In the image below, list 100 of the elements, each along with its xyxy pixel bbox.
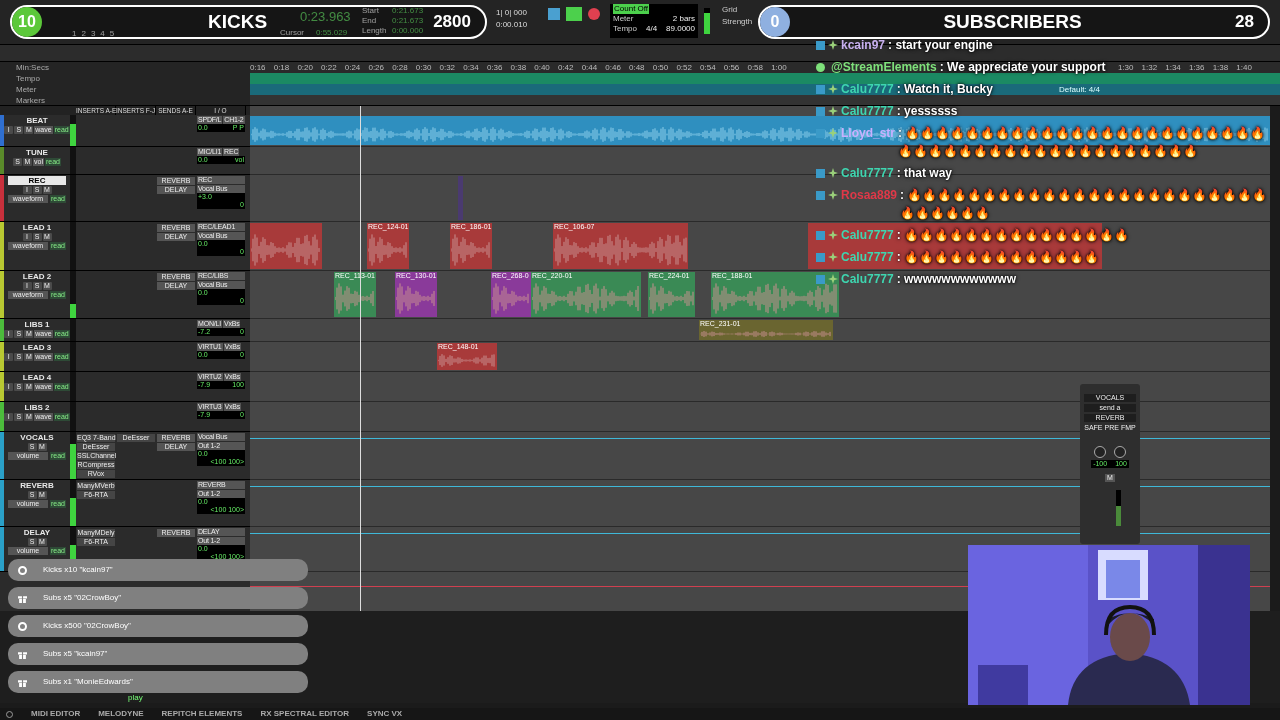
cursor-value: 0:55.029 [316, 27, 348, 39]
tempo-label: Tempo [613, 24, 637, 34]
star-badge-icon [828, 190, 838, 200]
alert-text: Kicks x500 "02CrowBoy" [43, 620, 131, 632]
timeline-tick-label: 0:36 [486, 62, 504, 73]
pan-knob[interactable] [1114, 446, 1126, 458]
timeline-tick-label: 1:36 [1188, 62, 1206, 73]
chat-username: Calu7777 [841, 271, 894, 288]
zoom-preset-button[interactable]: 4 [100, 28, 105, 40]
audio-clip[interactable] [250, 223, 322, 269]
kick-icon [18, 621, 27, 631]
counter-title: SUBSCRIBERS [943, 9, 1082, 34]
star-badge-icon [828, 274, 838, 284]
selection-value: 0:21.673 [392, 16, 424, 26]
timeline-tick-label: 0:32 [439, 62, 457, 73]
chat-username: Calu7777 [841, 165, 894, 182]
chat-message: : 🔥🔥🔥🔥🔥🔥🔥🔥🔥🔥🔥🔥🔥🔥🔥🔥🔥🔥🔥🔥🔥🔥🔥🔥🔥🔥🔥🔥🔥🔥 [900, 187, 1269, 222]
ruler-label: Min:Secs [16, 62, 50, 73]
timeline-tick-label: 0:44 [581, 62, 599, 73]
ruler-label: Markers [16, 95, 46, 106]
track-name[interactable]: TUNE [8, 148, 66, 157]
chat-message: : start your engine [888, 37, 993, 54]
kick-icon [18, 565, 27, 575]
chat-message: : Watch it, Bucky [896, 81, 993, 98]
record-button[interactable] [588, 8, 600, 20]
nudge-value[interactable]: 0:00.010 [496, 20, 528, 30]
zoom-preset-button[interactable]: 5 [109, 28, 115, 40]
track-name[interactable]: VOCALS [8, 433, 66, 442]
main-counter: 0:23.963 [300, 8, 351, 26]
track-name[interactable]: LIBS 1 [8, 320, 66, 329]
clip-waveform [438, 352, 496, 369]
chat-message: : 🔥🔥🔥🔥🔥🔥🔥🔥🔥🔥🔥🔥🔥🔥🔥 [896, 227, 1130, 244]
meter-value: 4/4 [646, 24, 658, 34]
editor-tab[interactable]: REPITCH ELEMENTS [161, 709, 243, 719]
clip-waveform [368, 232, 408, 268]
track-name[interactable]: BEAT [8, 116, 66, 125]
editor-tab[interactable]: MELODYNE [98, 709, 144, 719]
track-name[interactable]: LEAD 1 [8, 223, 66, 232]
pan-knob[interactable] [1094, 446, 1106, 458]
editor-tab[interactable]: RX SPECTRAL EDITOR [260, 709, 350, 719]
chat-username: Rosaa889 [841, 187, 898, 204]
chat-message: : yessssss [896, 103, 958, 120]
chat-username: Calu7777 [841, 227, 894, 244]
tempo-value: 89.0000 [666, 24, 695, 34]
timeline-tick-label: 0:20 [297, 62, 314, 73]
selection-label: Start [362, 6, 380, 16]
clip-waveform [251, 232, 321, 268]
chat-message: : wwwwwwwwwwww [896, 271, 1017, 288]
cube-badge-icon [816, 85, 825, 94]
chat-message: : 🔥🔥🔥🔥🔥🔥🔥🔥🔥🔥🔥🔥🔥🔥🔥🔥🔥🔥🔥🔥🔥🔥🔥🔥🔥🔥🔥🔥🔥🔥🔥🔥🔥🔥🔥🔥🔥🔥🔥🔥🔥🔥🔥🔥 [898, 125, 1267, 160]
chat-message: : that way [896, 165, 953, 182]
star-badge-icon [828, 230, 838, 240]
timeline-tick-label: 1:34 [1165, 62, 1182, 73]
timeline-tick-label: 0:50 [652, 62, 670, 73]
timeline-tick-label: 0:24 [344, 62, 362, 73]
star-badge-icon [828, 128, 838, 138]
timeline-tick-label: 0:30 [415, 62, 433, 73]
timeline-tick-label: 0:34 [463, 62, 480, 73]
audio-clip[interactable] [458, 176, 463, 220]
timeline-tick-label: 0:28 [392, 62, 409, 73]
nudge-value[interactable]: 1| 0| 000 [496, 8, 528, 18]
counter-goal: 28 [1235, 11, 1254, 34]
timeline-tick-label: 0:54 [700, 62, 717, 73]
timeline-tick-label: 0:46 [605, 62, 622, 73]
editor-tab[interactable]: SYNC VX [367, 709, 403, 719]
zoom-preset-button[interactable]: 1 [72, 28, 77, 40]
timeline-tick-label: 0:16 [250, 62, 267, 73]
alert-text: Kicks x10 "kcain97" [43, 564, 113, 576]
strength-label: Strength [722, 16, 753, 28]
track-name[interactable]: LIBS 2 [8, 403, 66, 412]
cube-badge-icon [816, 253, 825, 262]
cube-badge-icon [816, 41, 825, 50]
gift-icon [18, 593, 27, 603]
editor-tab[interactable]: MIDI EDITOR [31, 709, 81, 719]
track-name[interactable]: LEAD 3 [8, 343, 66, 352]
timeline-tick-label: 0:52 [676, 62, 693, 73]
gift-icon [18, 649, 27, 659]
grid-label: Grid [722, 4, 738, 16]
track-name[interactable]: REC [8, 176, 66, 185]
timeline-tick-label: 0:38 [510, 62, 528, 73]
star-badge-icon [828, 40, 838, 50]
alert-text: Subs x5 "kcain97" [43, 648, 108, 660]
track-name[interactable]: REVERB [8, 481, 66, 490]
meter-label: Meter [613, 14, 634, 24]
clip-waveform [451, 232, 491, 268]
zoom-preset-button[interactable]: 3 [90, 28, 96, 40]
timeline-tick-label: 0:42 [557, 62, 575, 73]
timeline-tick-label: 0:56 [723, 62, 741, 73]
zoom-preset-button[interactable]: 2 [81, 28, 86, 40]
bars-value: 2 bars [672, 14, 695, 24]
track-name[interactable]: DELAY [8, 528, 66, 537]
transport-status: play [128, 693, 143, 702]
timeline-tick-label: 1:38 [1212, 62, 1230, 73]
cube-badge-icon [816, 107, 825, 116]
track-name[interactable]: LEAD 2 [8, 272, 66, 281]
selection-value: 0:00.000 [392, 26, 424, 36]
clip-waveform [335, 281, 375, 316]
selection-label: End [362, 16, 378, 26]
track-name[interactable]: LEAD 4 [8, 373, 66, 382]
count-off-button[interactable]: Count Off [613, 4, 650, 14]
